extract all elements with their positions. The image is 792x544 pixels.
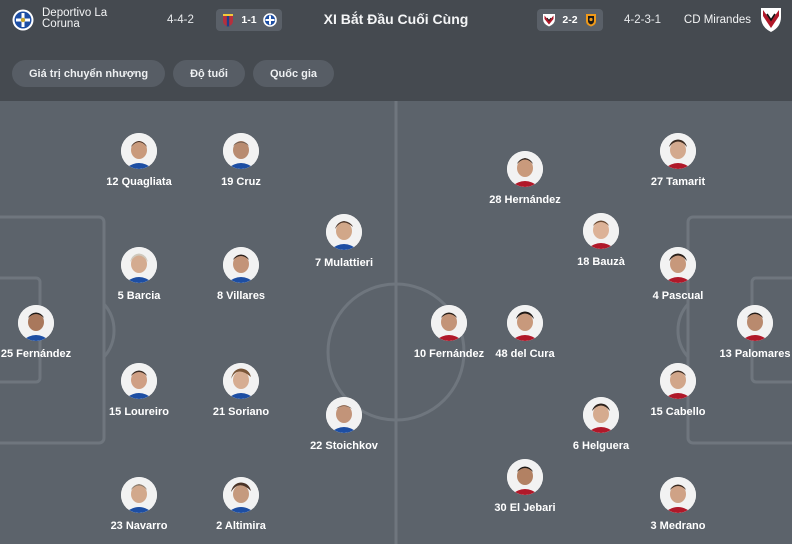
player-name: 27 Tamarit (650, 176, 706, 188)
mirandes-mini-crest-icon (543, 14, 555, 27)
player-name: 8 Villares (216, 290, 266, 302)
player-photo (326, 397, 362, 433)
player-photo (18, 305, 54, 341)
away-team[interactable]: CD Mirandes (684, 7, 782, 33)
player-photo (223, 477, 259, 513)
player-name: 30 El Jebari (494, 502, 556, 514)
away-player-tamarit[interactable]: 27 Tamarit (618, 133, 738, 193)
player-name: 6 Helguera (572, 440, 630, 452)
player-photo (223, 363, 259, 399)
player-photo (121, 477, 157, 513)
player-photo (737, 305, 773, 341)
player-name: 25 Fernández (0, 348, 72, 360)
player-photo (431, 305, 467, 341)
player-photo (121, 133, 157, 169)
player-photo (583, 397, 619, 433)
home-player-fernandez[interactable]: 25 Fernández (0, 305, 96, 365)
away-formation: 4-2-3-1 (624, 14, 662, 26)
player-name: 13 Palomares (719, 348, 791, 360)
player-photo (660, 247, 696, 283)
player-photo (507, 459, 543, 495)
player-photo (660, 363, 696, 399)
player-name: 22 Stoichkov (310, 440, 378, 452)
valencia-crest-icon (586, 14, 596, 27)
away-player-helguera[interactable]: 6 Helguera (541, 397, 661, 457)
player-photo (121, 363, 157, 399)
away-team-name: CD Mirandes (683, 14, 751, 26)
home-player-mulattieri[interactable]: 7 Mulattieri (284, 214, 404, 274)
match-header: Deportivo La Coruna 4-4-2 1-1 XI Bắt Đầu… (0, 0, 792, 101)
away-player-del-cura[interactable]: 48 del Cura (465, 305, 585, 365)
away-player-hernandez[interactable]: 28 Hernández (465, 151, 585, 211)
player-name: 19 Cruz (221, 176, 261, 188)
player-photo (223, 133, 259, 169)
player-photo (660, 477, 696, 513)
tab-age[interactable]: Độ tuổi (173, 60, 245, 87)
player-name: 4 Pascual (652, 290, 704, 302)
player-name: 28 Hernández (489, 194, 561, 206)
away-player-el-jebari[interactable]: 30 El Jebari (465, 459, 585, 519)
home-player-soriano[interactable]: 21 Soriano (181, 363, 301, 423)
player-photo (121, 247, 157, 283)
away-player-pascual[interactable]: 4 Pascual (618, 247, 738, 307)
home-player-cruz[interactable]: 19 Cruz (181, 133, 301, 193)
lineup-tabs: Giá trị chuyển nhượng Độ tuổi Quốc gia (12, 60, 342, 87)
tab-market-value[interactable]: Giá trị chuyển nhượng (12, 60, 166, 87)
page-title: XI Bắt Đầu Cuối Cùng (323, 11, 469, 27)
pitch: 12 Quagliata 19 Cruz 7 Mulattieri 5 Barc… (0, 101, 792, 544)
player-name: 48 del Cura (495, 348, 555, 360)
player-photo (583, 213, 619, 249)
mirandes-crest-icon (761, 8, 781, 32)
home-player-villares[interactable]: 8 Villares (181, 247, 301, 307)
player-photo (660, 133, 696, 169)
away-player-medrano[interactable]: 3 Medrano (618, 477, 738, 537)
player-name: 3 Medrano (650, 520, 706, 532)
tab-nationality[interactable]: Quốc gia (252, 60, 335, 87)
player-photo (326, 214, 362, 250)
player-photo (507, 151, 543, 187)
away-last-score: 2-2 (562, 14, 578, 26)
player-photo (507, 305, 543, 341)
away-player-palomares[interactable]: 13 Palomares (695, 305, 792, 365)
player-name: 2 Altimira (216, 520, 266, 532)
home-player-altimira[interactable]: 2 Altimira (181, 477, 301, 537)
away-last-result[interactable]: 2-2 (537, 9, 603, 31)
player-photo (223, 247, 259, 283)
home-player-stoichkov[interactable]: 22 Stoichkov (284, 397, 404, 457)
